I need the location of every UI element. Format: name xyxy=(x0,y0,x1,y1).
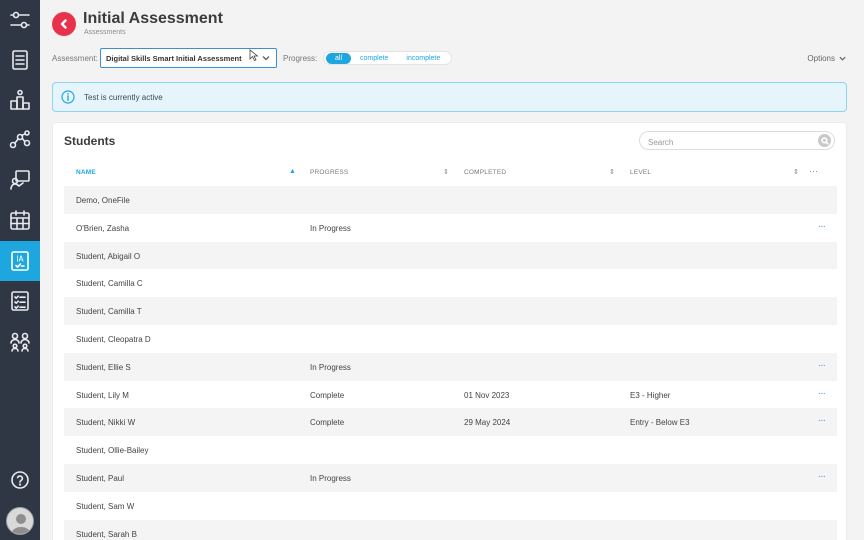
column-header-completed[interactable]: COMPLETED xyxy=(464,169,506,176)
table-row[interactable]: O'Brien, Zasha In Progress ··· xyxy=(64,214,837,242)
student-name: Student, Camilla T xyxy=(76,307,142,317)
chevron-down-icon xyxy=(839,56,846,61)
student-name: Student, Camilla C xyxy=(76,279,143,289)
sort-icon[interactable]: ⇕ xyxy=(609,168,615,176)
mouse-pointer-icon xyxy=(249,49,259,61)
row-more-icon[interactable]: ··· xyxy=(818,415,826,426)
network-icon xyxy=(9,130,31,149)
table-row[interactable]: Student, Cleopatra D xyxy=(64,325,837,353)
svg-text:IA: IA xyxy=(16,255,24,264)
student-name: Student, Lily M xyxy=(76,390,129,400)
student-name: Student, Sarah B xyxy=(76,529,137,539)
student-progress: In Progress xyxy=(310,362,351,372)
column-options-icon[interactable]: ··· xyxy=(809,166,818,176)
students-panel: Students NAME ▲ PROGRESS ⇕ COMPLETED ⇕ L… xyxy=(52,122,847,540)
search-box xyxy=(639,131,835,151)
column-header-progress[interactable]: PROGRESS xyxy=(310,169,348,176)
search-input[interactable] xyxy=(640,134,810,151)
progress-label: Progress: xyxy=(283,54,318,63)
calendar-icon xyxy=(10,210,30,230)
chevron-down-icon xyxy=(262,54,270,62)
page-title: Initial Assessment xyxy=(83,10,223,27)
table-row[interactable]: Student, Ellie S In Progress ··· xyxy=(64,352,837,381)
table-row[interactable]: Student, Camilla T xyxy=(64,297,837,325)
sidebar-item-initial-assessment[interactable]: IA xyxy=(0,241,40,281)
sidebar-item-calendar[interactable] xyxy=(0,200,40,240)
sidebar-item-checklist[interactable] xyxy=(0,281,40,321)
student-level: E3 - Higher xyxy=(630,390,671,400)
sidebar-item-list[interactable] xyxy=(0,40,40,80)
column-header-level[interactable]: LEVEL xyxy=(630,169,651,176)
table-row[interactable]: Student, Nikki W Complete 29 May 2024 Entry… xyxy=(64,408,837,437)
progress-filter-all[interactable]: all xyxy=(326,52,352,64)
student-progress: In Progress xyxy=(310,473,351,483)
sort-asc-icon[interactable]: ▲ xyxy=(289,168,296,175)
list-icon xyxy=(12,50,28,70)
table-row[interactable]: Student, Abigail O xyxy=(64,241,837,270)
student-completed: 29 May 2024 xyxy=(464,418,511,428)
row-more-icon[interactable]: ··· xyxy=(818,360,826,371)
students-title: Students xyxy=(64,134,116,148)
people-group-icon xyxy=(10,332,30,352)
sidebar-item-settings[interactable] xyxy=(0,0,40,40)
row-more-icon[interactable]: ··· xyxy=(818,471,826,482)
info-icon xyxy=(61,90,75,104)
sidebar: IA xyxy=(0,0,40,540)
student-progress: In Progress xyxy=(310,223,351,233)
checklist-icon xyxy=(11,291,29,311)
chevron-left-icon xyxy=(60,19,67,29)
student-name: Student, Ollie-Bailey xyxy=(76,446,149,456)
settings-sliders-icon xyxy=(10,11,30,29)
sort-icon[interactable]: ⇕ xyxy=(793,168,799,176)
table-row[interactable]: Student, Paul In Progress ··· xyxy=(64,463,837,492)
sidebar-item-network[interactable] xyxy=(0,120,40,160)
student-name: Student, Paul xyxy=(76,473,125,483)
student-name: Demo, OneFile xyxy=(76,196,130,205)
table-row[interactable]: Demo, OneFile xyxy=(64,186,837,214)
student-name: Student, Ellie S xyxy=(76,362,131,372)
sidebar-item-presenter[interactable] xyxy=(0,160,40,200)
presenter-icon xyxy=(10,170,30,190)
table-row[interactable]: Student, Lily M Complete 01 Nov 2023 E3 - H… xyxy=(64,381,837,409)
search-icon[interactable] xyxy=(818,134,831,147)
student-completed: 01 Nov 2023 xyxy=(464,390,510,400)
options-label: Options xyxy=(807,54,835,63)
back-button[interactable] xyxy=(52,12,76,36)
table-row[interactable]: Student, Sarah B xyxy=(64,519,837,540)
student-name: Student, Nikki W xyxy=(76,418,136,428)
students-table-body: Demo, OneFile O'Brien, Zasha In Progress ·… xyxy=(64,186,837,540)
table-row[interactable]: Student, Ollie-Bailey xyxy=(64,436,837,464)
sidebar-item-help[interactable] xyxy=(0,460,40,500)
progress-filter-complete[interactable]: complete xyxy=(351,53,397,64)
row-more-icon[interactable]: ··· xyxy=(818,388,826,399)
student-name: Student, Cleopatra D xyxy=(76,334,151,344)
student-level: Entry - Below E3 xyxy=(630,418,690,428)
student-name: O'Brien, Zasha xyxy=(76,223,130,233)
breadcrumb[interactable]: Assessments xyxy=(84,29,126,36)
table-row[interactable]: Student, Camilla C xyxy=(64,269,837,297)
assessment-select-value: Digital Skills Smart Initial Assessment xyxy=(106,53,242,63)
avatar-icon xyxy=(11,514,31,534)
user-avatar[interactable] xyxy=(6,507,34,535)
sidebar-item-people[interactable] xyxy=(0,321,40,361)
student-progress: Complete xyxy=(310,418,345,428)
sidebar-item-podium[interactable] xyxy=(0,80,40,120)
assessment-label: Assessment: xyxy=(52,54,98,63)
sort-icon[interactable]: ⇕ xyxy=(443,168,449,176)
student-name: Student, Sam W xyxy=(76,501,135,511)
options-menu-button[interactable]: Options xyxy=(807,54,846,63)
podium-icon xyxy=(10,89,30,110)
column-header-name[interactable]: NAME xyxy=(76,169,96,176)
table-row[interactable]: Student, Sam W xyxy=(64,492,837,520)
progress-filter-toggle: all complete incomplete xyxy=(323,51,453,65)
status-alert: Test is currently active xyxy=(52,82,847,112)
progress-filter-incomplete[interactable]: incomplete xyxy=(397,53,449,64)
student-name: Student, Abigail O xyxy=(76,251,141,261)
help-icon xyxy=(11,471,29,489)
row-more-icon[interactable]: ··· xyxy=(818,221,826,232)
initial-assessment-icon: IA xyxy=(11,251,29,271)
alert-message: Test is currently active xyxy=(84,92,163,102)
student-progress: Complete xyxy=(310,390,345,400)
